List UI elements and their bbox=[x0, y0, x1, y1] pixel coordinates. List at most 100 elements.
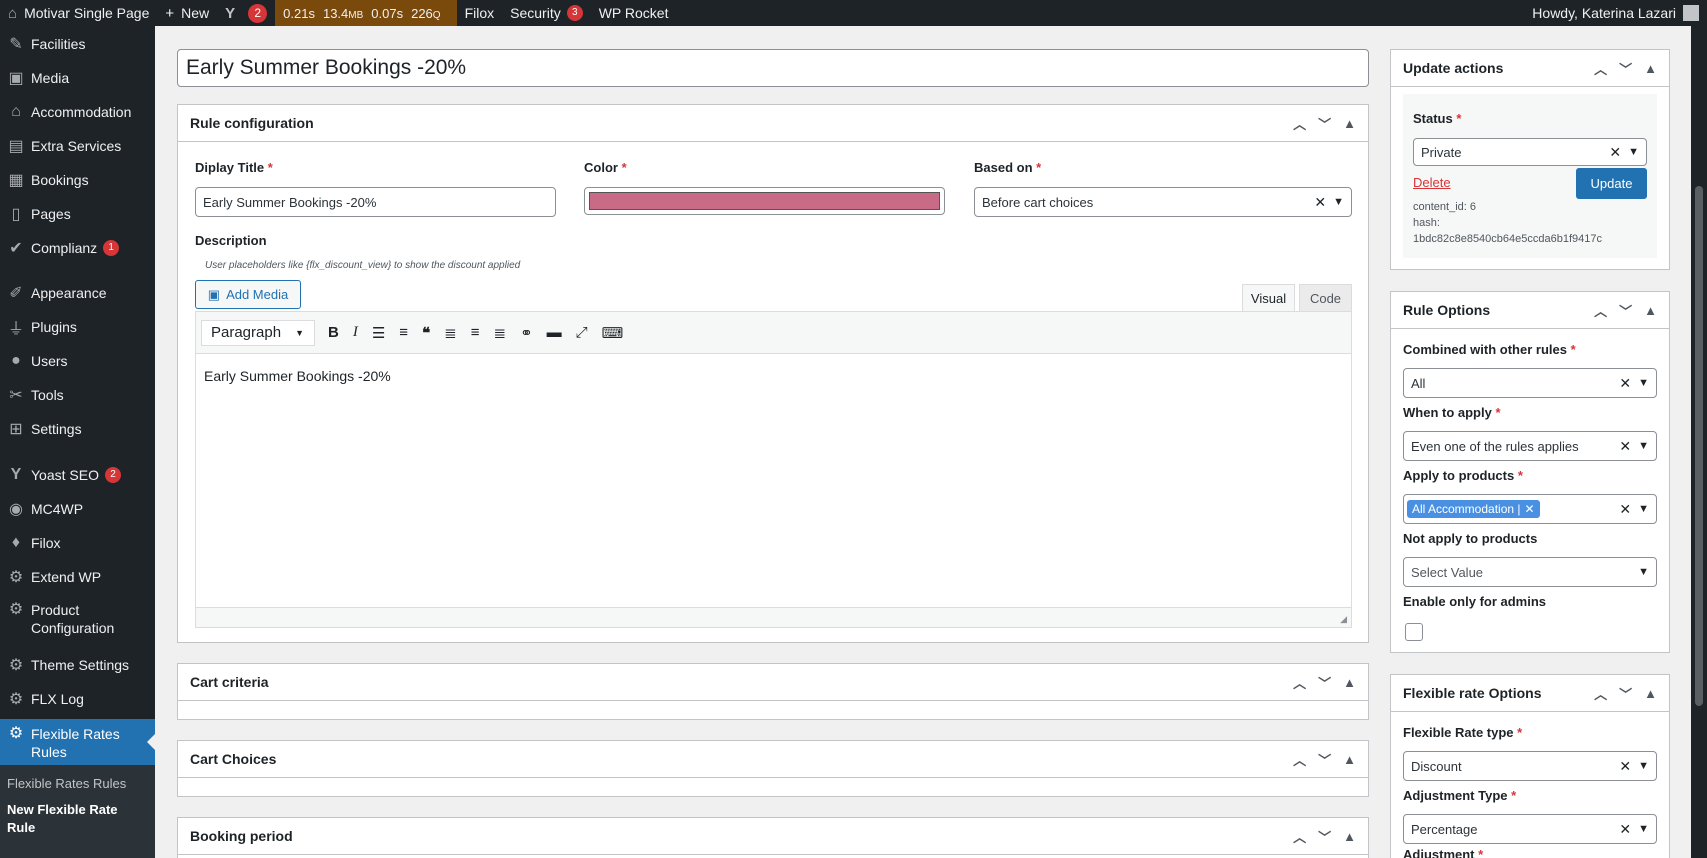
scrollbar-thumb[interactable] bbox=[1695, 186, 1703, 706]
new-link[interactable]: + New bbox=[157, 0, 217, 26]
rule-options-box: Rule Options ︿ ﹀ ▲ Combined with other rule… bbox=[1390, 291, 1670, 653]
toggle-panel-icon[interactable]: ▲ bbox=[1343, 829, 1356, 844]
status-select[interactable]: Private ✕ ▼ bbox=[1413, 138, 1647, 166]
move-down-icon[interactable]: ﹀ bbox=[1318, 750, 1331, 769]
clear-icon[interactable]: ✕ bbox=[1619, 821, 1631, 838]
move-down-icon[interactable]: ﹀ bbox=[1619, 684, 1632, 703]
clear-icon[interactable]: ✕ bbox=[1619, 375, 1631, 392]
combined-select[interactable]: All ✕ ▼ bbox=[1403, 368, 1657, 398]
link-icon[interactable]: ⚭ bbox=[520, 324, 533, 342]
site-link[interactable]: ⌂ Motivar Single Page bbox=[0, 0, 157, 26]
display-title-field[interactable]: Early Summer Bookings -20% bbox=[195, 187, 556, 217]
move-down-icon[interactable]: ﹀ bbox=[1619, 59, 1632, 78]
chevron-down-icon: ▼ bbox=[1638, 566, 1649, 578]
move-down-icon[interactable]: ﹀ bbox=[1318, 673, 1331, 692]
move-up-icon[interactable]: ︿ bbox=[1293, 114, 1306, 133]
clear-icon[interactable]: ✕ bbox=[1619, 438, 1631, 455]
fullscreen-icon[interactable]: ⤢ bbox=[576, 324, 588, 341]
sidebar-item-mc4wp[interactable]: ◉ MC4WP bbox=[0, 493, 155, 525]
italic-icon[interactable]: I bbox=[353, 324, 358, 341]
sidebar-item-accommodation[interactable]: ⌂ Accommodation bbox=[0, 96, 155, 128]
tab-code[interactable]: Code bbox=[1299, 284, 1352, 311]
clear-icon[interactable]: ✕ bbox=[1609, 144, 1621, 161]
sidebar-item-theme-settings[interactable]: ⚙ Theme Settings bbox=[0, 649, 155, 681]
query-monitor-link[interactable]: 0.21s 13.4MB 0.07s 226Q bbox=[275, 0, 457, 26]
clear-icon[interactable]: ✕ bbox=[1619, 758, 1631, 775]
yoast-link[interactable]: Y2 bbox=[217, 0, 275, 26]
move-up-icon[interactable]: ︿ bbox=[1594, 684, 1607, 703]
resize-handle-icon[interactable]: ◢ bbox=[1340, 614, 1347, 625]
blockquote-icon[interactable]: ❝ bbox=[422, 324, 430, 342]
when-to-apply-select[interactable]: Even one of the rules applies ✕ ▼ bbox=[1403, 431, 1657, 461]
wp-rocket-link[interactable]: WP Rocket bbox=[591, 0, 677, 26]
admin-bar: ⌂ Motivar Single Page + New Y2 0.21s 13.4M… bbox=[0, 0, 1707, 26]
move-down-icon[interactable]: ﹀ bbox=[1619, 301, 1632, 320]
scrollbar[interactable] bbox=[1691, 26, 1707, 858]
sidebar-item-yoast-seo[interactable]: Y Yoast SEO 2 bbox=[0, 459, 155, 491]
bold-icon[interactable]: B bbox=[328, 324, 339, 341]
apply-products-select[interactable]: All Accommodation | ✕ ✕ ▼ bbox=[1403, 494, 1657, 524]
submenu-new-flexible-rate-rule[interactable]: New Flexible Rate Rule bbox=[0, 796, 155, 842]
tab-visual[interactable]: Visual bbox=[1242, 284, 1295, 311]
align-left-icon[interactable]: ≣ bbox=[444, 324, 457, 342]
clear-icon[interactable]: ✕ bbox=[1619, 501, 1631, 518]
sidebar-item-product-configuration[interactable]: ⚙ Product Configuration bbox=[0, 598, 155, 638]
clear-icon[interactable]: ✕ bbox=[1314, 194, 1326, 211]
delete-link[interactable]: Delete bbox=[1413, 175, 1451, 190]
sidebar-item-filox[interactable]: ♦ Filox bbox=[0, 527, 155, 559]
sidebar-item-appearance[interactable]: ✐ Appearance bbox=[0, 277, 155, 309]
yoast-count-badge: 2 bbox=[248, 3, 268, 23]
sidebar-item-pages[interactable]: ▯ Pages bbox=[0, 198, 155, 230]
sidebar-item-facilities[interactable]: ✎ Facilities bbox=[0, 28, 155, 60]
sidebar-item-extend-wp[interactable]: ⚙ Extend WP bbox=[0, 561, 155, 593]
sidebar-item-flx-log[interactable]: ⚙ FLX Log bbox=[0, 683, 155, 715]
plugin-icon: ⏚ bbox=[7, 321, 24, 338]
adjustment-type-select[interactable]: Percentage ✕ ▼ bbox=[1403, 814, 1657, 844]
sidebar-item-bookings[interactable]: ▦ Bookings bbox=[0, 164, 155, 196]
move-up-icon[interactable]: ︿ bbox=[1293, 750, 1306, 769]
toggle-panel-icon[interactable]: ▲ bbox=[1644, 61, 1657, 76]
sidebar-item-flexible-rates-rules[interactable]: ⚙ Flexible Rates Rules bbox=[0, 719, 155, 765]
gear-icon: ⚙ bbox=[8, 725, 24, 742]
based-on-select[interactable]: Before cart choices ✕ ▼ bbox=[974, 187, 1352, 217]
filox-link[interactable]: Filox bbox=[457, 0, 503, 26]
toggle-panel-icon[interactable]: ▲ bbox=[1644, 303, 1657, 318]
avatar bbox=[1683, 5, 1699, 21]
admins-only-checkbox[interactable] bbox=[1405, 623, 1423, 641]
toggle-panel-icon[interactable]: ▲ bbox=[1343, 675, 1356, 690]
editor-content[interactable]: Early Summer Bookings -20% bbox=[196, 354, 1351, 398]
user-account-link[interactable]: Howdy, Katerina Lazari bbox=[1532, 5, 1707, 21]
align-center-icon[interactable]: ≡ bbox=[471, 324, 480, 341]
security-link[interactable]: Security 3 bbox=[502, 0, 591, 26]
move-up-icon[interactable]: ︿ bbox=[1293, 673, 1306, 692]
toggle-panel-icon[interactable]: ▲ bbox=[1644, 686, 1657, 701]
move-up-icon[interactable]: ︿ bbox=[1594, 59, 1607, 78]
sidebar-item-plugins[interactable]: ⏚ Plugins bbox=[0, 311, 155, 343]
move-down-icon[interactable]: ﹀ bbox=[1318, 827, 1331, 846]
sidebar-item-media[interactable]: ▣ Media bbox=[0, 62, 155, 94]
color-picker[interactable] bbox=[584, 187, 945, 215]
sidebar-item-users[interactable]: ● Users bbox=[0, 345, 155, 377]
numbered-list-icon[interactable]: ≡ bbox=[399, 324, 408, 341]
align-right-icon[interactable]: ≣ bbox=[493, 324, 506, 342]
submenu-flexible-rates-rules[interactable]: Flexible Rates Rules bbox=[0, 771, 155, 796]
sidebar-item-complianz[interactable]: ✔ Complianz 1 bbox=[0, 232, 155, 264]
toggle-panel-icon[interactable]: ▲ bbox=[1343, 116, 1356, 131]
sidebar-item-extra-services[interactable]: ▤ Extra Services bbox=[0, 130, 155, 162]
move-down-icon[interactable]: ﹀ bbox=[1318, 114, 1331, 133]
move-up-icon[interactable]: ︿ bbox=[1293, 827, 1306, 846]
add-media-button[interactable]: ▣ Add Media bbox=[195, 280, 301, 309]
format-select[interactable]: Paragraph ▼ bbox=[201, 319, 315, 346]
remove-tag-icon[interactable]: ✕ bbox=[1525, 502, 1535, 516]
toggle-panel-icon[interactable]: ▲ bbox=[1343, 752, 1356, 767]
read-more-icon[interactable]: ▬ bbox=[547, 324, 562, 341]
post-title-input[interactable]: Early Summer Bookings -20% bbox=[177, 49, 1369, 87]
update-button[interactable]: Update bbox=[1576, 168, 1647, 199]
move-up-icon[interactable]: ︿ bbox=[1594, 301, 1607, 320]
bullet-list-icon[interactable]: ☰ bbox=[372, 324, 385, 342]
sidebar-item-settings[interactable]: ⊞ Settings bbox=[0, 413, 155, 445]
toolbar-toggle-icon[interactable]: ⌨ bbox=[602, 324, 624, 342]
flexible-rate-type-select[interactable]: Discount ✕ ▼ bbox=[1403, 751, 1657, 781]
sidebar-item-tools[interactable]: ✂ Tools bbox=[0, 379, 155, 411]
not-apply-products-select[interactable]: Select Value ▼ bbox=[1403, 557, 1657, 587]
